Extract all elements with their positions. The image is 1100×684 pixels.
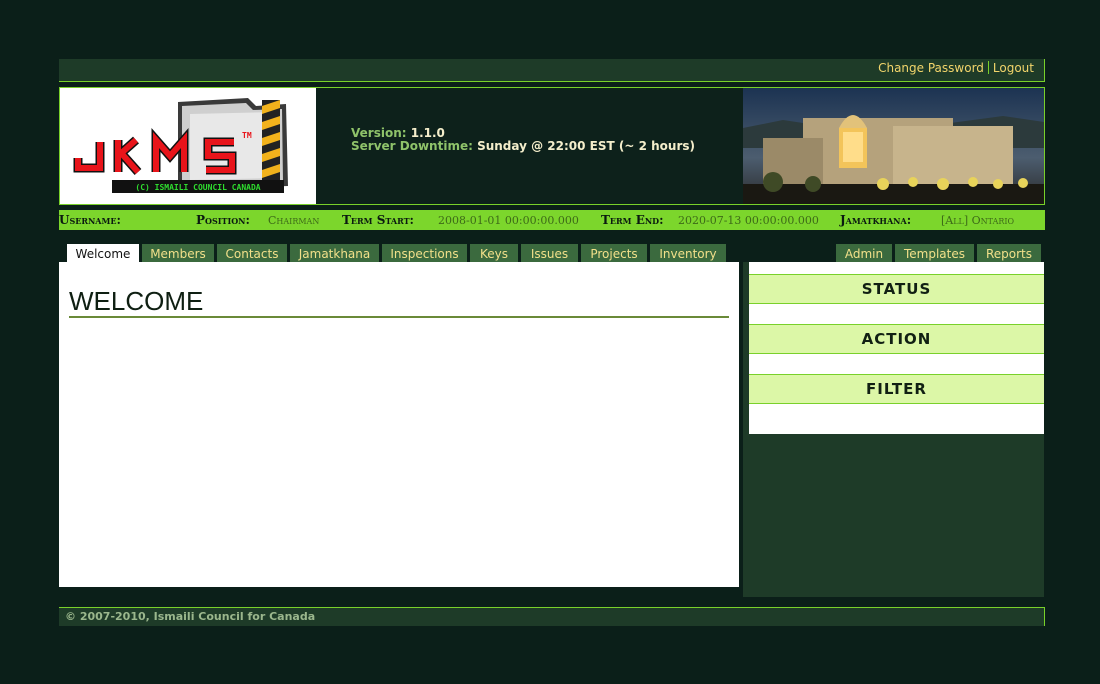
page-title: WELCOME [69, 286, 204, 316]
tab-contacts[interactable]: Contacts [217, 244, 287, 263]
jamatkhana-photo [743, 88, 1044, 204]
status-section-header[interactable]: STATUS [749, 274, 1044, 304]
copyright-text: © 2007-2010, Ismaili Council for Canada [65, 610, 316, 623]
logout-link[interactable]: Logout [993, 61, 1034, 75]
account-links: Change Password Logout [878, 61, 1034, 75]
tab-projects[interactable]: Projects [581, 244, 647, 263]
user-info-bar: Username: Position: Chairman Term Start:… [59, 210, 1045, 230]
version-label: Version: [351, 126, 407, 140]
tab-inspections[interactable]: Inspections [382, 244, 467, 263]
term-start-label: Term Start: [342, 213, 414, 227]
sidebar-panel: STATUS ACTION FILTER [749, 262, 1044, 434]
tab-inventory[interactable]: Inventory [650, 244, 726, 263]
server-info: Version: 1.1.0 Server Downtime: Sunday @… [351, 127, 695, 153]
title-divider [69, 316, 729, 318]
header-banner: TM (C) ISMAILI COUNCIL CANADA Version: 1… [59, 87, 1045, 205]
jkms-logo: TM (C) ISMAILI COUNCIL CANADA [60, 88, 316, 204]
version-value: 1.1.0 [410, 126, 445, 140]
position-label: Position: [196, 213, 250, 227]
term-start-value: 2008-01-01 00:00:00.000 [438, 214, 579, 227]
top-bar: Change Password Logout [59, 59, 1045, 82]
downtime-label: Server Downtime: [351, 139, 473, 153]
filter-section-header[interactable]: FILTER [749, 374, 1044, 404]
main-content: WELCOME [59, 262, 739, 587]
jamatkhana-value: [All] Ontario [941, 214, 1015, 227]
tab-welcome[interactable]: Welcome [67, 244, 139, 264]
position-value: Chairman [268, 214, 320, 227]
link-divider [987, 61, 989, 74]
tab-jamatkhana[interactable]: Jamatkhana [290, 244, 379, 263]
tab-issues[interactable]: Issues [521, 244, 578, 263]
tab-admin[interactable]: Admin [836, 244, 892, 263]
downtime-value: Sunday @ 22:00 EST (~ 2 hours) [477, 139, 695, 153]
tab-keys[interactable]: Keys [470, 244, 518, 263]
jamatkhana-label: Jamatkhana: [840, 213, 912, 227]
username-label: Username: [59, 213, 121, 227]
footer: © 2007-2010, Ismaili Council for Canada [59, 607, 1045, 626]
tab-reports[interactable]: Reports [977, 244, 1041, 263]
tab-templates[interactable]: Templates [895, 244, 974, 263]
action-section-header[interactable]: ACTION [749, 324, 1044, 354]
term-end-label: Term End: [601, 213, 664, 227]
logo-tm: TM [242, 131, 252, 140]
change-password-link[interactable]: Change Password [878, 61, 984, 75]
tab-members[interactable]: Members [142, 244, 214, 263]
term-end-value: 2020-07-13 00:00:00.000 [678, 214, 819, 227]
logo-subtitle: (C) ISMAILI COUNCIL CANADA [135, 183, 260, 192]
